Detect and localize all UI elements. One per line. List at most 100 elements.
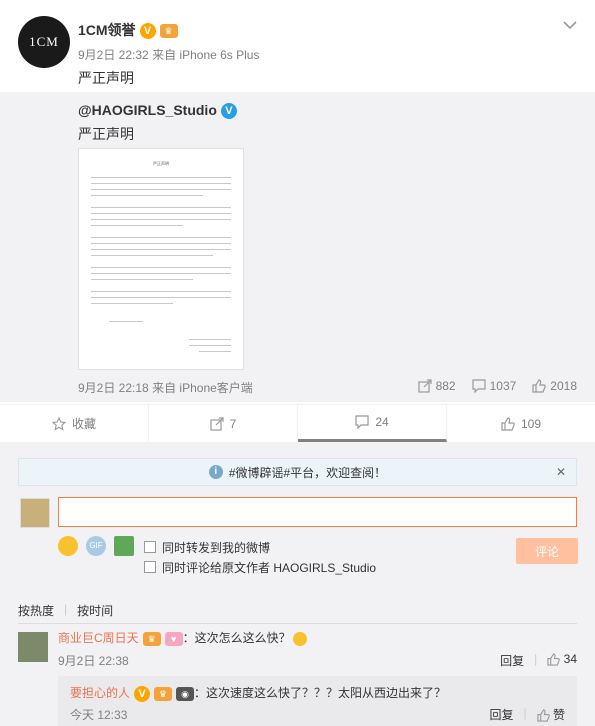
comment-icon (471, 379, 486, 393)
document-line (91, 183, 231, 184)
sort-by-time[interactable]: 按时间 (77, 602, 113, 619)
checkbox-box[interactable] (144, 561, 156, 573)
document-line (91, 273, 231, 274)
repost-author[interactable]: @HAOGIRLS_Studio V (78, 102, 237, 120)
comment-tools: GIF (58, 536, 134, 556)
thumbs-up-icon (501, 416, 515, 431)
comment-actions: 回复 | 34 (500, 652, 577, 669)
document-line (91, 219, 231, 220)
repost-comment-count[interactable]: 1037 (471, 379, 517, 393)
action-separator: | (534, 652, 538, 666)
member-icon: ♥ (164, 631, 183, 646)
verified-blue-icon: V (220, 103, 237, 120)
repost-like-count-value: 2018 (550, 379, 577, 393)
commenter-name[interactable]: 商业巨C周日天 (58, 631, 139, 645)
repost-meta: 9月2日 22:18 来自 iPhone客户端 (78, 379, 253, 396)
post-time[interactable]: 9月2日 22:32 (78, 48, 149, 62)
panda-icon: ◉ (176, 686, 195, 701)
author-avatar[interactable]: 1CM (18, 16, 70, 68)
repost-time[interactable]: 9月2日 22:18 (78, 381, 149, 395)
repost-source-prefix: 来自 (152, 381, 177, 395)
comment-like-button[interactable]: 34 (547, 652, 577, 669)
repost-option-label: 同时转发到我的微博 (162, 540, 271, 555)
checkbox-box[interactable] (144, 541, 156, 553)
document-line (91, 243, 231, 244)
sub-comment-actions: 回复 | 赞 (490, 706, 566, 723)
repost-source: iPhone客户端 (179, 381, 253, 395)
document-line (189, 345, 231, 346)
post-meta: 9月2日 22:32 来自 iPhone 6s Plus (78, 46, 259, 63)
document-line (91, 291, 231, 292)
comment-reply-button[interactable]: 回复 (500, 652, 524, 669)
thumbs-up-icon (537, 709, 550, 722)
document-line (109, 321, 143, 322)
document-title: 严正声明 (153, 161, 169, 166)
smile-emoji-icon (292, 631, 307, 646)
repost-to-my-weibo-checkbox[interactable]: 同时转发到我的微博 (144, 537, 376, 557)
comment-origin-option-label: 同时评论给原文作者 HAOGIRLS_Studio (162, 560, 377, 575)
vip-icon: ♛ (159, 24, 178, 39)
repost-button[interactable]: 7 (149, 405, 298, 442)
verified-icon: V (134, 685, 151, 702)
submit-comment-button[interactable]: 评论 (516, 538, 578, 564)
info-icon: i (208, 465, 223, 479)
commenter-avatar[interactable] (18, 632, 48, 662)
document-line (91, 279, 193, 280)
repost-stats: 882 1037 2018 (417, 379, 577, 393)
post-action-bar: 收藏 7 24 109 (0, 404, 595, 442)
favorite-label: 收藏 (71, 417, 96, 431)
repost-count[interactable]: 882 (417, 379, 456, 393)
repost-comment-count-value: 1037 (489, 379, 517, 393)
document-line (91, 249, 231, 250)
like-button[interactable]: 109 (447, 405, 595, 442)
weibo-post: 1CM 1CM领誉 V ♛ 9月2日 22:32 来自 iPhone 6s Plus… (0, 0, 595, 442)
post-author[interactable]: 1CM领誉 V ♛ (78, 20, 178, 40)
document-line (91, 303, 173, 304)
sort-by-hot[interactable]: 按热度 (18, 602, 54, 619)
post-source-prefix: 来自 (152, 48, 177, 62)
document-line (91, 225, 183, 226)
comment-button[interactable]: 24 (298, 405, 447, 442)
document-line (91, 207, 231, 208)
comment-to-origin-checkbox[interactable]: 同时评论给原文作者 HAOGIRLS_Studio (144, 557, 376, 577)
repost-button-count: 7 (229, 416, 237, 431)
gif-icon[interactable]: GIF (86, 536, 106, 556)
statement-document-image[interactable]: 严正声明 (78, 148, 244, 370)
document-line (91, 195, 203, 196)
vip-icon: ♛ (154, 686, 173, 701)
rumor-notice[interactable]: i #微博辟谣#平台，欢迎查阅！ ✕ (18, 458, 577, 486)
emoji-icon[interactable] (58, 536, 78, 556)
sub-comment-reply-button[interactable]: 回复 (490, 706, 514, 723)
document-line (91, 189, 231, 190)
document-line (91, 177, 231, 178)
verified-icon: V (139, 23, 156, 40)
sub-comment: 要担心的人 V ♛ ◉ ：这次速度这么快了？？？太阳从西边出来了？ 今天 12:33 回… (58, 676, 577, 726)
document-line (91, 255, 213, 256)
document-line (91, 297, 231, 298)
chevron-down-icon[interactable] (563, 16, 577, 30)
comment-options: 同时转发到我的微博 同时评论给原文作者 HAOGIRLS_Studio (144, 537, 376, 577)
comment-sort: 按热度 | 按时间 (18, 602, 113, 619)
document-line (91, 237, 231, 238)
repost-author-name[interactable]: @HAOGIRLS_Studio (78, 102, 217, 118)
comment-input[interactable] (58, 497, 577, 527)
comment-button-count: 24 (375, 415, 389, 429)
close-icon[interactable]: ✕ (556, 465, 566, 479)
my-avatar[interactable] (20, 498, 50, 528)
repost-like-count[interactable]: 2018 (532, 379, 577, 393)
comment-text: ：这次怎么这么快？ (182, 631, 291, 645)
favorite-button[interactable]: 收藏 (0, 405, 149, 442)
sub-comment-time: 今天 12:33 (70, 708, 128, 722)
comment-like-count: 34 (563, 652, 577, 666)
sub-comment-like-button[interactable]: 赞 (537, 706, 565, 723)
post-author-name[interactable]: 1CM领誉 (78, 22, 136, 38)
rumor-notice-text[interactable]: #微博辟谣#平台，欢迎查阅！ (229, 464, 386, 481)
image-icon[interactable] (114, 536, 134, 556)
sub-comment-text: ：这次速度这么快了？？？太阳从西边出来了？ (194, 686, 447, 700)
sub-comment-like-label: 赞 (552, 708, 565, 722)
sub-commenter-name[interactable]: 要担心的人 (70, 686, 130, 700)
like-button-count: 109 (520, 416, 542, 431)
repost-card: @HAOGIRLS_Studio V 严正声明 严正声明 9月2日 22:18 … (0, 92, 595, 402)
comments-section: i #微博辟谣#平台，欢迎查阅！ ✕ GIF 同时转发到我的微博 同时评论给原文… (0, 442, 595, 726)
thumbs-up-icon (532, 379, 547, 393)
